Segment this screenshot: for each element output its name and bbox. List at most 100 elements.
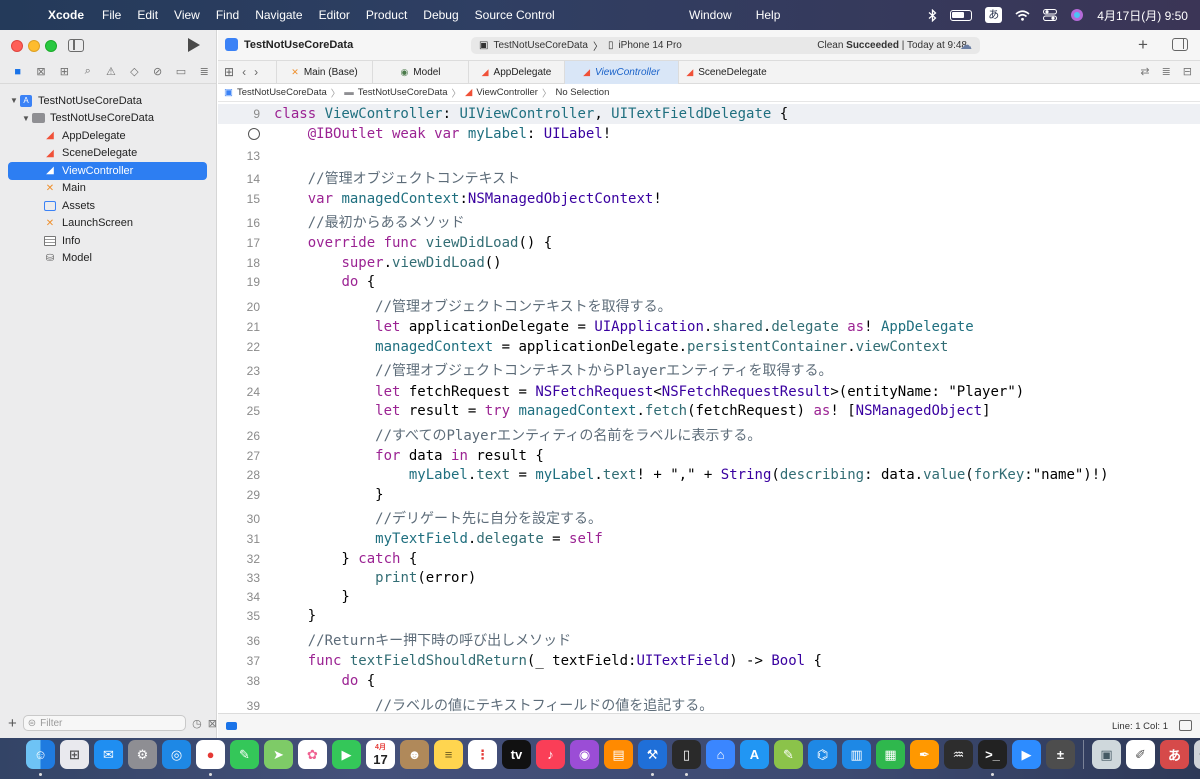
menu-file[interactable]: File xyxy=(102,8,121,22)
code-line[interactable]: 15 var managedContext:NSManagedObjectCon… xyxy=(218,189,1200,209)
tab-main-base[interactable]: ✕ Main (Base) xyxy=(276,60,372,84)
tree-item-project[interactable]: ▼ A TestNotUseCoreData xyxy=(0,92,216,110)
code-line[interactable]: 23 //管理オブジェクトコンテキストからPlayerエンティティを取得する。 xyxy=(218,361,1200,381)
menu-editor[interactable]: Editor xyxy=(319,8,350,22)
outlet-connection-icon[interactable] xyxy=(248,128,260,140)
dock-preview-icon[interactable]: ▣ xyxy=(1092,740,1121,769)
dock-xcode-icon[interactable]: ⚒ xyxy=(638,740,667,776)
code-line[interactable]: 19 do { xyxy=(218,272,1200,292)
test-navigator-icon[interactable]: ◇ xyxy=(123,65,146,78)
line-number[interactable]: 31 xyxy=(218,529,260,549)
tab-viewcontroller[interactable]: ◢ ViewController xyxy=(564,60,678,84)
tab-appdelegate[interactable]: ◢ AppDelegate xyxy=(468,60,564,84)
dock-numbers-icon[interactable]: ▦ xyxy=(876,740,905,769)
dock-music-icon[interactable]: ♪ xyxy=(536,740,565,769)
tree-item-info[interactable]: Info xyxy=(0,232,216,250)
line-number[interactable]: 16 xyxy=(218,213,260,233)
add-file-icon[interactable]: + xyxy=(8,715,17,732)
menu-view[interactable]: View xyxy=(174,8,200,22)
editor-options-icon[interactable]: ≣ xyxy=(1162,65,1171,78)
related-items-icon[interactable]: ⊞ xyxy=(224,65,234,79)
line-number[interactable]: 38 xyxy=(218,671,260,691)
line-number[interactable]: 32 xyxy=(218,549,260,569)
line-number[interactable]: 14 xyxy=(218,169,260,189)
code-line[interactable]: 26 //すべてのPlayerエンティティの名前をラベルに表示する。 xyxy=(218,426,1200,446)
source-control-navigator-icon[interactable]: ⊠ xyxy=(29,65,52,78)
dock-activity-icon[interactable]: ♒ xyxy=(944,740,973,769)
report-navigator-icon[interactable]: ≣ xyxy=(193,65,216,78)
code-line[interactable]: 31 myTextField.delegate = self xyxy=(218,529,1200,549)
menu-edit[interactable]: Edit xyxy=(137,8,158,22)
dock-podcasts-icon[interactable]: ◉ xyxy=(570,740,599,769)
line-number[interactable]: 20 xyxy=(218,297,260,317)
line-number[interactable]: 33 xyxy=(218,568,260,588)
find-navigator-icon[interactable]: ⌕ xyxy=(76,65,99,78)
line-number[interactable]: 25 xyxy=(218,401,260,421)
project-navigator-icon[interactable]: ■ xyxy=(6,66,29,78)
tree-item-model[interactable]: ⛁ Model xyxy=(0,250,216,268)
code-line[interactable]: 21 let applicationDelegate = UIApplicati… xyxy=(218,317,1200,337)
line-number[interactable]: 9 xyxy=(218,104,260,124)
line-number[interactable]: 18 xyxy=(218,253,260,273)
code-line[interactable]: 30 //デリゲート先に自分を設定する。 xyxy=(218,509,1200,529)
tree-item-folder[interactable]: ▼ TestNotUseCoreData xyxy=(0,110,216,128)
code-line[interactable]: 32 } catch { xyxy=(218,549,1200,569)
line-number[interactable]: 22 xyxy=(218,337,260,357)
dock-books-icon[interactable]: ▤ xyxy=(604,740,633,769)
line-number[interactable]: 30 xyxy=(218,509,260,529)
refresh-icon[interactable]: ⇄ xyxy=(1140,65,1149,78)
code-line[interactable]: 38 do { xyxy=(218,671,1200,691)
line-number[interactable]: 28 xyxy=(218,465,260,485)
code-line[interactable]: 39 //ラベルの値にテキストフィールドの値を追記する。 xyxy=(218,696,1200,713)
dock-terminal-icon[interactable]: >_ xyxy=(978,740,1007,776)
dock-mail-icon[interactable]: ✉ xyxy=(94,740,123,769)
jumpbar-project[interactable]: TestNotUseCoreData xyxy=(237,87,327,98)
tree-item-scenedelegate[interactable]: ◢ SceneDelegate xyxy=(0,145,216,163)
line-number[interactable]: 36 xyxy=(218,631,260,651)
jumpbar-group[interactable]: TestNotUseCoreData xyxy=(358,87,448,98)
code-line[interactable]: @IBOutlet weak var myLabel: UILabel! xyxy=(218,124,1200,144)
line-number[interactable]: 24 xyxy=(218,382,260,402)
menu-source-control[interactable]: Source Control xyxy=(475,8,555,22)
filter-input[interactable]: ⊜ Filter xyxy=(22,715,187,731)
dock-photos-icon[interactable]: ✿ xyxy=(298,740,327,769)
close-window-button[interactable] xyxy=(11,40,23,52)
source-editor[interactable]: 9 class ViewController: UIViewController,… xyxy=(218,103,1200,713)
code-line[interactable]: 29 } xyxy=(218,485,1200,505)
tree-item-launchscreen[interactable]: ✕ LaunchScreen xyxy=(0,215,216,233)
line-number[interactable]: 39 xyxy=(218,696,260,713)
control-center-icon[interactable] xyxy=(1043,9,1058,21)
symbol-navigator-icon[interactable]: ⊞ xyxy=(53,65,76,78)
dock-maps-icon[interactable]: ➤ xyxy=(264,740,293,769)
dock-safari-icon[interactable]: ◎ xyxy=(162,740,191,769)
dock-contacts-icon[interactable]: ☻ xyxy=(400,740,429,769)
tab-model[interactable]: ◉ Model xyxy=(372,60,468,84)
inspector-toggle-icon[interactable] xyxy=(1172,38,1188,51)
code-line[interactable]: 18 super.viewDidLoad() xyxy=(218,253,1200,273)
dock-zoom-icon[interactable]: ▶ xyxy=(1012,740,1041,769)
line-number[interactable]: 35 xyxy=(218,606,260,626)
line-number[interactable]: 21 xyxy=(218,317,260,337)
zoom-window-button[interactable] xyxy=(45,40,57,52)
menu-app-xcode[interactable]: Xcode xyxy=(48,8,84,22)
code-line[interactable]: 14 //管理オブジェクトコンテキスト xyxy=(218,169,1200,189)
split-editor-icon[interactable]: ⊟ xyxy=(1183,65,1192,78)
jumpbar-file[interactable]: ViewController xyxy=(476,87,538,98)
menu-navigate[interactable]: Navigate xyxy=(255,8,302,22)
code-line[interactable]: 33 print(error) xyxy=(218,568,1200,588)
back-arrow-icon[interactable]: ‹ xyxy=(242,65,246,79)
recent-files-icon[interactable]: ◷ xyxy=(192,717,202,730)
debug-area-toggle-icon[interactable] xyxy=(226,722,237,730)
breakpoint-navigator-icon[interactable]: ▭ xyxy=(169,65,192,78)
cloud-status-icon[interactable]: ☁ xyxy=(960,38,972,52)
disclosure-icon[interactable]: ▼ xyxy=(21,114,31,123)
dock-messages-icon[interactable]: ✎ xyxy=(230,740,259,769)
minimize-window-button[interactable] xyxy=(28,40,40,52)
menu-window[interactable]: Window xyxy=(689,8,732,22)
line-number[interactable]: 27 xyxy=(218,446,260,466)
panel-toggle-icon[interactable] xyxy=(1179,720,1192,731)
dock-launchpad-icon[interactable]: ⊞ xyxy=(60,740,89,769)
menu-help[interactable]: Help xyxy=(756,8,781,22)
line-number[interactable]: 15 xyxy=(218,189,260,209)
code-line[interactable]: 37 func textFieldShouldReturn(_ textFiel… xyxy=(218,651,1200,671)
